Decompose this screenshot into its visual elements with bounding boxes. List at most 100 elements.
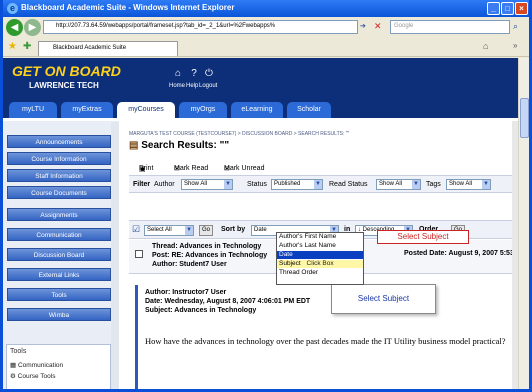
select-subject-callout: Select Subject (377, 230, 469, 244)
scroll-thumb[interactable] (520, 98, 529, 138)
tab-elearning[interactable]: eLearning (231, 102, 283, 118)
menu-wimba[interactable]: Wimba (7, 308, 111, 321)
logo-title: GET ON BOARD (12, 63, 121, 79)
address-bar-row: ◀ ▶ http://207.73.64.59/webapps/portal/f… (3, 17, 529, 38)
sort-option-last-name[interactable]: Author's Last Name (277, 242, 363, 250)
post-author: Author: Student7 User (152, 261, 227, 268)
search-results-icon: ▤ (129, 140, 139, 151)
tab-myltu[interactable]: myLTU (9, 102, 57, 118)
author-filter-select[interactable]: Show All ▼ (181, 179, 233, 190)
communication-icon: ▦ (10, 362, 17, 369)
tags-filter-label: Tags (426, 181, 441, 188)
status-filter-label: Status (247, 181, 267, 188)
title-bar: e Blackboard Academic Suite - Windows In… (3, 0, 529, 17)
main-content: MARGUTA'S TEST COURSE (TESTCOURSE7) > DI… (123, 121, 518, 389)
message-subject: Subject: Advances in Technology (145, 307, 257, 314)
page-title: ▤ Search Results: "" (129, 140, 230, 151)
more-icon[interactable]: » (513, 41, 517, 50)
page-scrollbar[interactable] (518, 58, 529, 389)
add-favorite-icon[interactable]: ✚ (23, 41, 31, 52)
chevron-down-icon: ▼ (314, 180, 322, 189)
menu-external-links[interactable]: External Links (7, 268, 111, 281)
menu-course-documents[interactable]: Course Documents (7, 186, 111, 199)
favorites-star-icon[interactable]: ★ (8, 41, 17, 52)
ie-icon: e (7, 3, 18, 14)
home-icon[interactable]: ⌂ (483, 41, 488, 51)
browser-window: e Blackboard Academic Suite - Windows In… (0, 0, 532, 392)
chevron-down-icon: ▼ (185, 226, 193, 235)
tools-item-communication[interactable]: ▦ Communication (10, 361, 63, 369)
message-accent-bar (135, 285, 138, 389)
forward-icon[interactable]: ▶ (24, 19, 41, 36)
tools-item-course-tools[interactable]: ⚙ Course Tools (10, 372, 55, 380)
post-title[interactable]: Post: RE: Advances in Technology (152, 252, 267, 259)
menu-tools[interactable]: Tools (7, 288, 111, 301)
window-title: Blackboard Academic Suite - Windows Inte… (21, 3, 235, 12)
chevron-down-icon: ▼ (224, 180, 232, 189)
sort-option-first-name[interactable]: Author's First Name (277, 233, 363, 241)
page-content: GET ON BOARD LAWRENCE TECH ⌂ ? ⏻ Home He… (3, 58, 518, 389)
close-button[interactable]: × (515, 2, 528, 15)
help-link-icon[interactable]: ? (188, 68, 200, 80)
select-checkbox-icon: ☑ (132, 224, 141, 234)
sort-option-subject[interactable]: Subject Click Box (277, 260, 363, 268)
menu-announcements[interactable]: Announcements (7, 135, 111, 148)
maximize-button[interactable]: □ (501, 2, 514, 15)
help-link[interactable]: Help (186, 83, 198, 89)
tools-heading: Tools (10, 348, 27, 355)
thread-checkbox[interactable] (135, 250, 143, 258)
sort-by-label: Sort by (221, 226, 246, 233)
home-link[interactable]: Home (169, 83, 185, 89)
course-menu: Announcements Course Information Staff I… (3, 121, 119, 389)
home-link-icon[interactable]: ⌂ (172, 68, 184, 80)
read-status-select[interactable]: Show All ▼ (376, 179, 421, 190)
tools-panel: Tools ▦ Communication ⚙ Course Tools (6, 344, 111, 389)
stop-icon[interactable]: ✕ (374, 21, 382, 32)
menu-assignments[interactable]: Assignments (7, 208, 111, 221)
tab-scholar[interactable]: Scholar (287, 102, 331, 118)
thread-title: Thread: Advances in Technology (152, 243, 262, 250)
menu-communication[interactable]: Communication (7, 228, 111, 241)
course-tools-icon: ⚙ (10, 373, 16, 380)
tab-bar: myLTU myExtras myCourses myOrgs eLearnin… (3, 100, 518, 118)
sort-option-date[interactable]: Date (277, 251, 363, 259)
author-filter-label: Author (154, 181, 175, 188)
logout-link[interactable]: Logout (199, 83, 217, 89)
logout-link-icon[interactable]: ⏻ (203, 68, 215, 80)
tab-myorgs[interactable]: myOrgs (179, 102, 227, 118)
site-header: GET ON BOARD LAWRENCE TECH ⌂ ? ⏻ Home He… (3, 58, 518, 100)
minimize-button[interactable]: _ (487, 2, 500, 15)
back-icon[interactable]: ◀ (6, 19, 23, 36)
select-all-select[interactable]: Select All ▼ (144, 225, 194, 236)
logo-subtitle: LAWRENCE TECH (29, 81, 99, 90)
posted-date: Posted Date: August 9, 2007 5:53 (404, 250, 514, 257)
menu-staff-information[interactable]: Staff Information (7, 169, 111, 182)
read-status-label: Read Status (329, 181, 368, 188)
select-subject-tooltip: Select Subject (331, 284, 436, 314)
menu-scrollbar[interactable] (111, 122, 119, 389)
go-arrow-icon[interactable]: ➔ (360, 22, 366, 30)
sort-by-dropdown-list: Author's First Name Author's Last Name D… (276, 232, 364, 285)
filter-label: Filter (133, 181, 151, 188)
message-author: Author: Instructor7 User (145, 289, 227, 296)
filter-bar: Filter Author Show All ▼ Status Published… (129, 175, 518, 193)
browser-tab[interactable]: Blackboard Academic Suite (38, 41, 178, 56)
menu-discussion-board[interactable]: Discussion Board (7, 248, 111, 261)
select-go-button[interactable]: Go (199, 225, 213, 236)
breadcrumb[interactable]: MARGUTA'S TEST COURSE (TESTCOURSE7) > DI… (129, 131, 349, 137)
click-box-note: Click Box (306, 260, 334, 267)
chevron-down-icon: ▼ (482, 180, 490, 189)
search-icon[interactable]: ⌕ (513, 21, 518, 32)
tab-mycourses[interactable]: myCourses (117, 102, 175, 118)
sort-option-thread-order[interactable]: Thread Order (277, 269, 363, 277)
search-input[interactable]: Google (390, 20, 510, 34)
menu-course-information[interactable]: Course Information (7, 152, 111, 165)
status-filter-select[interactable]: Published ▼ (271, 179, 323, 190)
chevron-down-icon: ▼ (412, 180, 420, 189)
message-body: How have the advances in technology over… (145, 336, 506, 346)
url-field[interactable]: http://207.73.64.59/webapps/portal/frame… (43, 20, 358, 34)
message-date: Date: Wednesday, August 8, 2007 4:06:01 … (145, 298, 311, 305)
tags-filter-select[interactable]: Show All ▼ (446, 179, 491, 190)
message-panel: Author: Instructor7 User Date: Wednesday… (129, 277, 518, 389)
tab-myextras[interactable]: myExtras (61, 102, 113, 118)
